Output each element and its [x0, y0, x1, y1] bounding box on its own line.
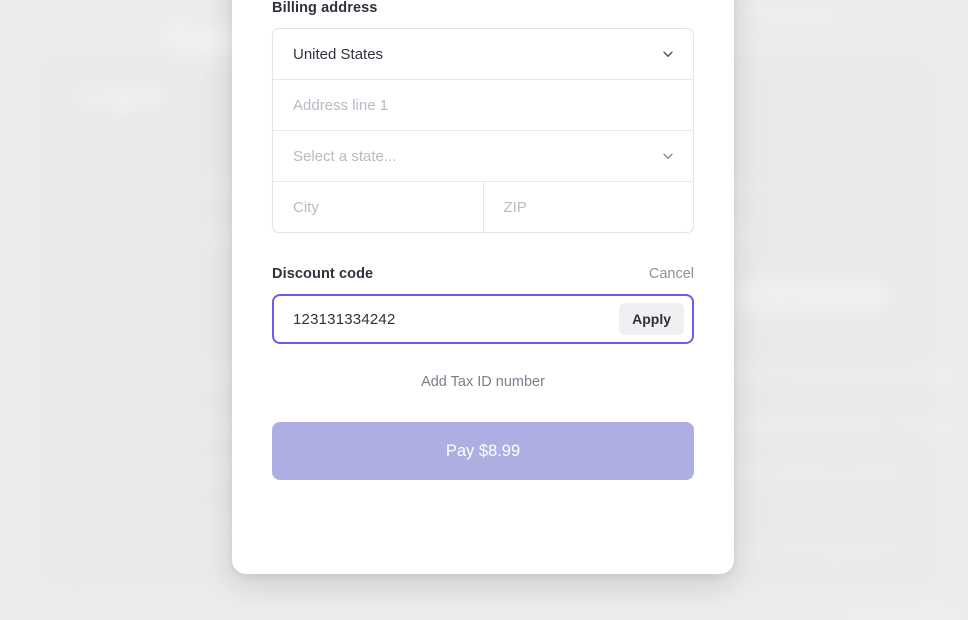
backdrop-text: questions/24 hours	[738, 408, 958, 438]
city-input[interactable]: City	[273, 182, 483, 232]
billing-address-label: Billing address	[272, 0, 378, 16]
pay-button[interactable]: Pay $8.99	[272, 422, 694, 480]
address-line-1-placeholder: Address line 1	[293, 96, 389, 114]
backdrop-text: Card	[78, 76, 161, 118]
discount-code-input[interactable]: 123131334242 Apply	[272, 294, 694, 344]
discount-code-label: Discount code	[272, 266, 374, 282]
backdrop-text: 4o (extra paid)	[735, 456, 903, 486]
address-line-1-row: Address line 1	[273, 80, 693, 131]
apply-discount-button[interactable]: Apply	[619, 303, 684, 335]
backdrop-text: ula recognition	[735, 534, 905, 564]
backdrop-text: file limit/embedding	[735, 358, 958, 388]
zip-placeholder: ZIP	[503, 198, 527, 216]
state-row: Select a state...	[273, 131, 693, 182]
close-icon: ✕	[810, 20, 832, 50]
chevron-down-icon	[663, 153, 673, 159]
state-placeholder: Select a state...	[293, 147, 397, 165]
backdrop-panel	[730, 60, 930, 580]
city-zip-row: City ZIP	[273, 182, 693, 232]
billing-address-fields: United States Address line 1 Select a st…	[272, 28, 694, 233]
country-row: United States	[273, 29, 693, 80]
state-select[interactable]: Select a state...	[273, 131, 693, 181]
country-select[interactable]: United States	[273, 29, 693, 79]
backdrop-button	[840, 600, 968, 620]
chevron-down-icon	[663, 51, 673, 57]
discount-code-value: 123131334242	[293, 310, 396, 328]
zip-input[interactable]: ZIP	[482, 182, 694, 232]
country-value: United States	[293, 45, 384, 63]
city-placeholder: City	[293, 198, 319, 216]
discount-header: Discount code Cancel	[272, 266, 694, 282]
address-line-1-cell[interactable]: Address line 1	[273, 80, 693, 130]
checkout-modal: Billing address United States Address li…	[232, 0, 734, 574]
add-tax-id-link[interactable]: Add Tax ID number	[272, 374, 694, 390]
discount-cancel-link[interactable]: Cancel	[649, 266, 694, 282]
